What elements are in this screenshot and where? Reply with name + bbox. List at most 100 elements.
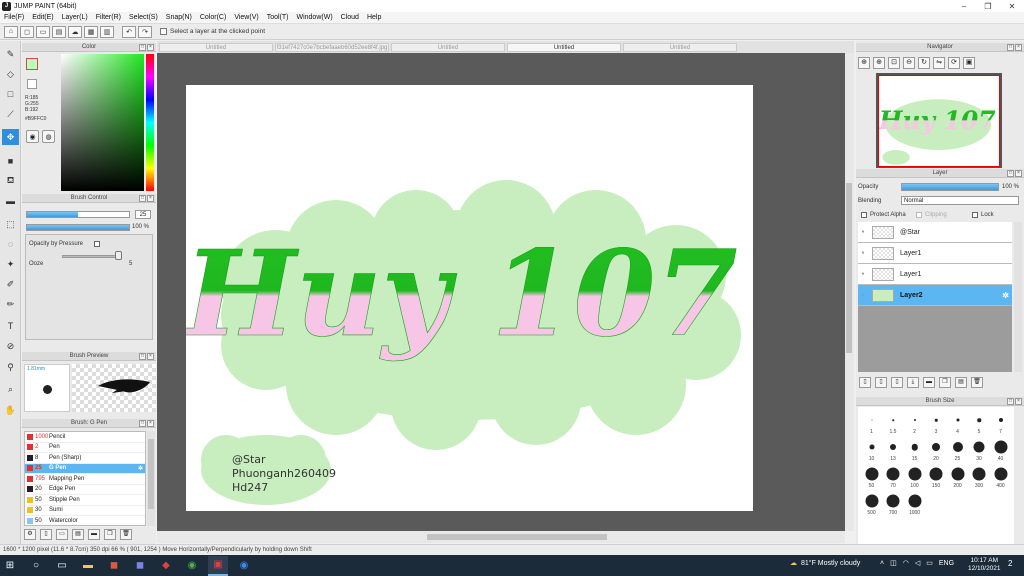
select-layer-checkbox[interactable]: [160, 28, 167, 35]
navigator-settings-icon[interactable]: ▣: [963, 57, 975, 69]
brush-item[interactable]: 8 Pen (Sharp): [25, 453, 145, 464]
tab-document[interactable]: Untitled: [159, 43, 273, 52]
magic-wand-tool-icon[interactable]: ✦: [2, 256, 19, 272]
delete-layer-icon[interactable]: 🗑: [971, 377, 983, 388]
brush-size-option[interactable]: 1.5: [883, 411, 904, 437]
navigator-thumbnail[interactable]: Huy 107: [876, 73, 1002, 168]
undo-icon[interactable]: ↶: [122, 25, 136, 38]
tray-volume-icon[interactable]: ◁: [915, 559, 920, 567]
menu-edit[interactable]: Edit(E): [32, 14, 53, 21]
brush-opacity-slider[interactable]: [26, 224, 130, 231]
brush-size-option[interactable]: 150: [926, 465, 947, 491]
maximize-button[interactable]: ❐: [976, 0, 1000, 12]
panel-close-icon[interactable]: ×: [147, 44, 154, 51]
brush-size-option[interactable]: 700: [883, 492, 904, 518]
dropper-tool-icon[interactable]: ⌕: [2, 381, 19, 397]
tray-network-icon[interactable]: ◫: [890, 559, 897, 567]
panel-close-icon[interactable]: ×: [147, 420, 154, 427]
language-indicator[interactable]: ENG: [939, 560, 954, 567]
foreground-color-swatch[interactable]: [26, 58, 38, 70]
tray-chevron-up-icon[interactable]: ˄: [880, 560, 884, 567]
menu-layer[interactable]: Layer(L): [62, 14, 88, 21]
menu-color[interactable]: Color(C): [200, 14, 226, 21]
brush-size-option[interactable]: 1: [861, 411, 882, 437]
brush-list-scrollbar[interactable]: [147, 431, 155, 526]
panel-dock-icon[interactable]: □: [139, 353, 146, 360]
panel-close-icon[interactable]: ×: [147, 195, 154, 202]
brush-size-option[interactable]: 30: [969, 438, 990, 464]
hand-tool-icon[interactable]: ✋: [2, 402, 19, 418]
lasso-tool-icon[interactable]: ◌: [2, 236, 19, 252]
brush-copy-icon[interactable]: ▭: [56, 529, 68, 540]
windows-start-icon[interactable]: ⊞: [0, 556, 20, 576]
duplicate-layer-icon[interactable]: ❐: [939, 377, 951, 388]
teams-icon[interactable]: ◼: [130, 556, 150, 576]
protect-alpha-checkbox[interactable]: [861, 212, 867, 218]
menu-cloud[interactable]: Cloud: [341, 14, 359, 21]
tab-document[interactable]: Untitled: [623, 43, 737, 52]
brush-item[interactable]: 50 Stipple Pen: [25, 495, 145, 506]
weather-widget[interactable]: ☁ 81°F Mostly cloudy: [790, 559, 860, 568]
layer-visibility-icon[interactable]: ●: [858, 229, 868, 235]
lock-checkbox[interactable]: [972, 212, 978, 218]
fill-rect-tool-icon[interactable]: ■: [2, 153, 19, 169]
redo-icon[interactable]: ↷: [138, 25, 152, 38]
new-file-icon[interactable]: ◻: [20, 25, 34, 38]
tab-document[interactable]: f31ef7427c0e7bcbefaaeb60d52ee8f4f.jpg: [275, 43, 389, 52]
brush-size-option[interactable]: 15: [904, 438, 925, 464]
file-explorer-icon[interactable]: ▬: [78, 556, 98, 576]
brush-delete-icon[interactable]: 🗑: [120, 529, 132, 540]
transparent-color-swatch[interactable]: [27, 79, 37, 89]
layer-effect-icon[interactable]: ⤓: [907, 377, 919, 388]
brush-size-option[interactable]: 70: [883, 465, 904, 491]
menu-file[interactable]: File(F): [4, 14, 24, 21]
layer-list-scrollbar[interactable]: [1014, 222, 1022, 372]
layer-item[interactable]: ● @Star: [858, 222, 1012, 243]
brush-tool-icon[interactable]: ⟋: [2, 106, 19, 122]
brush-size-option[interactable]: 10: [861, 438, 882, 464]
brush-size-option[interactable]: 100: [904, 465, 925, 491]
canvas-area[interactable]: Huy 107 @Star Phuonganh260409 Hd247: [157, 53, 845, 531]
tray-battery-icon[interactable]: ▭: [926, 559, 933, 567]
menu-select[interactable]: Select(S): [129, 14, 158, 21]
brush-size-option[interactable]: 5: [969, 411, 990, 437]
fit-to-window-icon[interactable]: ⊡: [888, 57, 900, 69]
brush-size-option[interactable]: 4: [947, 411, 968, 437]
cloud-icon[interactable]: ☁: [68, 25, 82, 38]
reset-rotation-icon[interactable]: ⟳: [948, 57, 960, 69]
layer-item[interactable]: ● Layer1: [858, 243, 1012, 264]
panel-close-icon[interactable]: ×: [147, 353, 154, 360]
brush-size-option[interactable]: 3: [926, 411, 947, 437]
clock[interactable]: 10:17 AM 12/10/2021: [968, 557, 1001, 573]
canvas-horizontal-scrollbar[interactable]: [157, 531, 845, 543]
menu-window[interactable]: Window(W): [296, 14, 332, 21]
panel-close-icon[interactable]: ×: [1015, 398, 1022, 405]
brush-settings-gear-icon[interactable]: ✲: [138, 465, 143, 472]
new-layer-icon[interactable]: ▯: [859, 377, 871, 388]
clipping-checkbox[interactable]: [916, 212, 922, 218]
tab-document-active[interactable]: Untitled: [507, 43, 621, 52]
pen-tool-icon[interactable]: ✎: [2, 46, 19, 62]
brush-duplicate-icon[interactable]: ❐: [104, 529, 116, 540]
brush-size-option[interactable]: 2: [904, 411, 925, 437]
brush-size-option[interactable]: 7: [990, 411, 1011, 437]
save-file-icon[interactable]: ▤: [52, 25, 66, 38]
panel-dock-icon[interactable]: □: [139, 420, 146, 427]
layer-opacity-slider[interactable]: [901, 183, 999, 191]
saturation-value-picker[interactable]: [61, 54, 144, 191]
brush-folder-icon[interactable]: ▬: [88, 529, 100, 540]
grid-icon[interactable]: ▥: [100, 25, 114, 38]
brush-item[interactable]: 50 Watercolor: [25, 516, 145, 527]
flip-icon[interactable]: ⇋: [933, 57, 945, 69]
menu-filter[interactable]: Filter(R): [96, 14, 121, 21]
brush-item[interactable]: 1000 Pencil: [25, 432, 145, 443]
bucket-tool-icon[interactable]: ⛾: [2, 173, 19, 189]
menu-snap[interactable]: Snap(N): [166, 14, 192, 21]
layer-item-selected[interactable]: ● Layer2 ✲: [858, 285, 1012, 306]
office-app-icon[interactable]: ◼: [104, 556, 124, 576]
zoom-in-icon[interactable]: ⊕: [858, 57, 870, 69]
zoom-out-icon[interactable]: ⊖: [903, 57, 915, 69]
new-8bit-layer-icon[interactable]: ▯: [875, 377, 887, 388]
brush-size-option[interactable]: 50: [861, 465, 882, 491]
text-tool-icon[interactable]: T: [2, 318, 19, 334]
